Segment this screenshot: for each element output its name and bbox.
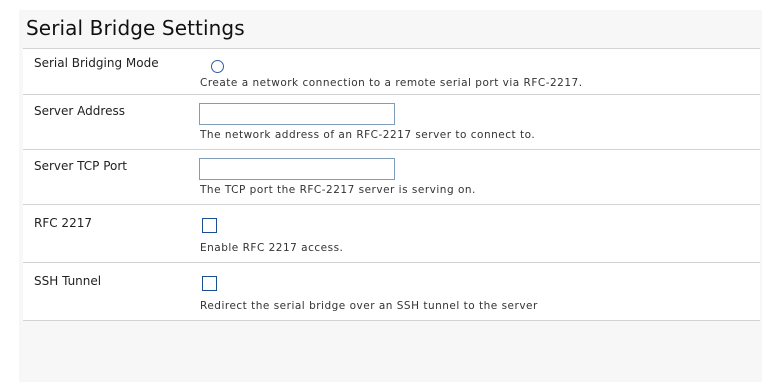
panel-title: Serial Bridge Settings xyxy=(26,16,245,40)
ssh-tunnel-checkbox[interactable] xyxy=(202,276,217,291)
setting-help-text: The TCP port the RFC-2217 server is serv… xyxy=(200,184,476,196)
setting-label: Serial Bridging Mode xyxy=(34,56,159,70)
setting-help-text: The network address of an RFC-2217 serve… xyxy=(200,129,536,141)
setting-label-cell: Serial Bridging Mode xyxy=(23,48,199,95)
setting-row-rfc-2217: RFC 2217 Enable RFC 2217 access. xyxy=(23,204,760,263)
setting-label-cell: RFC 2217 xyxy=(23,204,199,263)
setting-control-cell: Create a network connection to a remote … xyxy=(199,48,760,95)
setting-label-cell: Server TCP Port xyxy=(23,149,199,205)
setting-label-cell: Server Address xyxy=(23,94,199,150)
setting-control-cell: Redirect the serial bridge over an SSH t… xyxy=(199,262,760,321)
serial-bridge-settings-panel: Serial Bridge Settings Serial Bridging M… xyxy=(19,10,762,382)
server-tcp-port-input[interactable] xyxy=(199,158,395,180)
setting-control-cell: The network address of an RFC-2217 serve… xyxy=(199,94,760,150)
setting-control-cell: Enable RFC 2217 access. xyxy=(199,204,760,263)
setting-label: Server Address xyxy=(34,104,125,118)
setting-help-text: Enable RFC 2217 access. xyxy=(200,242,344,254)
settings-table: Serial Bridging Mode Create a network co… xyxy=(23,48,760,321)
setting-row-ssh-tunnel: SSH Tunnel Redirect the serial bridge ov… xyxy=(23,262,760,321)
serial-bridging-mode-radio[interactable] xyxy=(211,60,224,73)
setting-label: SSH Tunnel xyxy=(34,274,102,288)
setting-label: Server TCP Port xyxy=(34,159,128,173)
setting-label-cell: SSH Tunnel xyxy=(23,262,199,321)
setting-label: RFC 2217 xyxy=(34,216,92,230)
server-address-input[interactable] xyxy=(199,103,395,125)
setting-help-text: Redirect the serial bridge over an SSH t… xyxy=(200,300,538,312)
rfc-2217-checkbox[interactable] xyxy=(202,218,217,233)
setting-help-text: Create a network connection to a remote … xyxy=(200,77,583,89)
setting-control-cell: The TCP port the RFC-2217 server is serv… xyxy=(199,149,760,205)
setting-row-server-tcp-port: Server TCP Port The TCP port the RFC-221… xyxy=(23,149,760,205)
setting-row-server-address: Server Address The network address of an… xyxy=(23,94,760,150)
setting-row-serial-bridging-mode: Serial Bridging Mode Create a network co… xyxy=(23,48,760,95)
